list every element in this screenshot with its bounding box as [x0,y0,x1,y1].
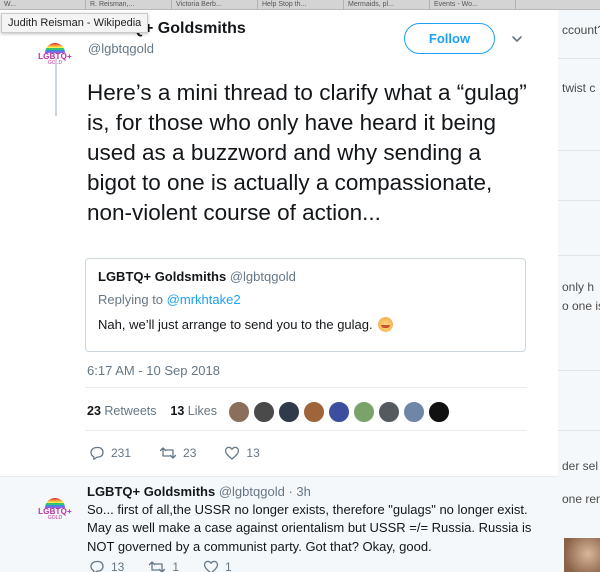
heart-icon [225,446,240,460]
tweet-modal: LGBTQ+ GOLD LGBTQ+ Goldsmiths @lgbtqgold… [0,10,558,572]
browser-tab[interactable]: W... [0,0,86,10]
retweet-count: 1 [172,560,180,572]
tweet-text: Here’s a mini thread to clarify what a “… [87,80,527,225]
rainbow-logo-icon [45,497,65,508]
reply-avatar[interactable]: LGBTQ+ GOLD [36,490,74,528]
background-text: der sel [562,459,599,473]
reply-icon [90,446,104,461]
liker-avatar[interactable] [278,401,300,423]
like-count: 1 [225,560,232,572]
replying-to-label: Replying to [98,292,164,307]
liker-avatar[interactable] [428,401,450,423]
chevron-down-icon[interactable] [510,32,524,46]
divider [558,255,600,256]
liker-avatars [228,401,453,423]
replying-to: Replying to @mrkhtake2 [98,292,241,307]
follow-button[interactable]: Follow [404,23,495,54]
reply-author: LGBTQ+ Goldsmiths @lgbtqgold · 3h [87,484,311,499]
thread-line [55,58,57,116]
browser-tab[interactable]: Help Stop th... [258,0,344,10]
avatar-logo-subtext: GOLD [47,514,63,521]
author-handle[interactable]: @lgbtqgold [88,41,154,56]
liker-avatar[interactable] [403,401,425,423]
like-action[interactable]: 13 [224,445,260,461]
background-text: only h [562,280,595,294]
replying-to-link[interactable]: @mrkhtake2 [167,292,241,307]
reply-separator: · [288,484,293,499]
liker-avatar[interactable] [328,401,350,423]
quoted-tweet[interactable]: LGBTQ+ Goldsmiths @lgbtqgold Replying to… [85,258,526,352]
liker-avatar[interactable] [303,401,325,423]
reply-tweet[interactable]: LGBTQ+ GOLD LGBTQ+ Goldsmiths @lgbtqgold… [0,476,558,572]
retweets-count[interactable]: 23 [87,404,101,418]
background-text: one ren [562,492,600,506]
browser-tab[interactable]: Victoria Berb... [172,0,258,10]
likes-count[interactable]: 13 [170,404,184,418]
divider [558,58,600,59]
liker-avatar[interactable] [353,401,375,423]
background-text: o one is [562,299,600,313]
smiling-emoji-icon [377,317,393,332]
quoted-author: LGBTQ+ Goldsmiths @lgbtqgold [98,269,296,284]
liker-avatar[interactable] [228,401,250,423]
heart-icon [203,560,219,572]
background-text: ccount? [562,23,600,37]
background-page: ccount? twist c only h o one is der sel … [558,10,600,572]
reply-author-handle[interactable]: @lgbtqgold [219,484,285,499]
browser-tab[interactable]: Mermaids, pl... [344,0,430,10]
reply-action[interactable]: 231 [89,445,131,461]
reply-text: So... first of all,the USSR no longer ex… [87,502,532,554]
divider [85,387,527,388]
retweet-action[interactable]: 1 [148,559,179,572]
divider [85,430,527,431]
retweet-count: 23 [183,446,197,460]
quoted-text-row: Nah, we’ll just arrange to send you to t… [98,317,393,332]
reply-author-name[interactable]: LGBTQ+ Goldsmiths [87,484,215,499]
browser-tab[interactable]: R. Reisman,... [86,0,172,10]
tweet-timestamp[interactable]: 6:17 AM - 10 Sep 2018 [87,363,220,378]
liker-avatar[interactable] [253,401,275,423]
reply-icon [90,560,104,572]
retweet-icon [149,561,166,572]
divider [558,370,600,371]
browser-tab[interactable]: Events - Wo... [430,0,516,10]
tweet-actions: 231 23 13 [89,445,288,461]
quoted-author-name: LGBTQ+ Goldsmiths [98,269,227,284]
quoted-text: Nah, we’ll just arrange to send you to t… [98,317,373,332]
retweet-action[interactable]: 23 [159,445,196,461]
browser-tab-strip: W... R. Reisman,... Victoria Berb... Hel… [0,0,600,10]
divider [558,200,600,201]
reply-time[interactable]: 3h [296,484,310,499]
reply-action[interactable]: 13 [89,559,124,572]
background-photo [564,538,600,572]
tab-tooltip: Judith Reisman - Wikipedia [1,13,149,33]
retweets-label[interactable]: Retweets [104,404,156,418]
divider [558,150,600,151]
divider [558,430,600,431]
background-text: twist c [562,81,596,95]
likes-label[interactable]: Likes [188,404,217,418]
tweet-stats: 23 Retweets 13 Likes [87,404,217,418]
quoted-author-handle: @lgbtqgold [229,269,296,284]
reply-actions: 13 1 1 [89,559,256,572]
like-count: 13 [246,446,260,460]
retweet-icon [159,447,177,459]
reply-count: 13 [111,560,125,572]
like-action[interactable]: 1 [203,559,232,572]
liker-avatar[interactable] [378,401,400,423]
reply-count: 231 [111,446,132,460]
rainbow-logo-icon [45,42,65,53]
